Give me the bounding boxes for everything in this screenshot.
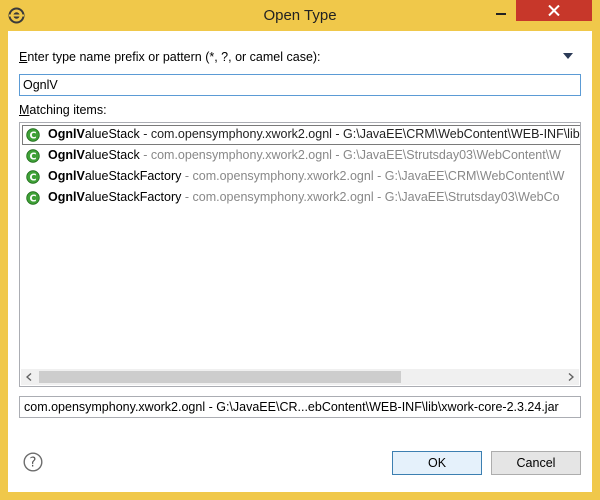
type-name-input[interactable] — [19, 74, 581, 96]
svg-text:C: C — [30, 151, 37, 162]
class-icon: C — [26, 149, 40, 163]
class-icon: C — [26, 128, 40, 142]
scrollbar-thumb[interactable] — [39, 371, 401, 383]
class-icon: C — [26, 191, 40, 205]
help-icon[interactable]: ? — [23, 452, 43, 472]
ok-button[interactable]: OK — [392, 451, 482, 475]
minimize-button[interactable] — [488, 0, 514, 21]
svg-text:?: ? — [30, 456, 37, 471]
pattern-label: Enter type name prefix or pattern (*, ?,… — [19, 50, 321, 64]
list-item-label: OgnlValueStack - com.opensymphony.xwork2… — [48, 127, 580, 141]
scroll-right-icon[interactable] — [568, 373, 574, 381]
list-item[interactable]: C OgnlValueStackFactory - com.opensympho… — [20, 166, 580, 186]
close-icon — [548, 5, 560, 16]
list-item-label: OgnlValueStack - com.opensymphony.xwork2… — [48, 148, 561, 162]
matching-label-text: atching items: — [29, 103, 107, 117]
open-type-dialog: Open Type Enter type name prefix or patt… — [0, 0, 600, 500]
list-item[interactable]: C OgnlValueStack - com.opensymphony.xwor… — [20, 124, 580, 145]
pattern-label-text: nter type name prefix or pattern (*, ?, … — [27, 50, 321, 64]
horizontal-scrollbar[interactable] — [21, 369, 579, 385]
scroll-left-icon[interactable] — [26, 373, 32, 381]
list-item-label: OgnlValueStackFactory - com.opensymphony… — [48, 190, 560, 204]
selected-item-details: com.opensymphony.xwork2.ognl - G:\JavaEE… — [19, 396, 581, 418]
close-button[interactable] — [516, 0, 592, 21]
svg-text:C: C — [30, 172, 37, 183]
class-icon: C — [26, 170, 40, 184]
matching-items-label: Matching items: — [19, 103, 107, 117]
svg-text:C: C — [30, 193, 37, 204]
svg-text:C: C — [30, 130, 37, 141]
dialog-client-area: Enter type name prefix or pattern (*, ?,… — [8, 31, 592, 492]
title-bar[interactable]: Open Type — [0, 0, 600, 31]
list-item[interactable]: C OgnlValueStackFactory - com.opensympho… — [20, 187, 580, 207]
matching-label-mnemonic: M — [19, 103, 30, 117]
view-menu-icon[interactable] — [563, 53, 573, 59]
list-item[interactable]: C OgnlValueStack - com.opensymphony.xwor… — [20, 145, 580, 165]
matching-items-list[interactable]: C OgnlValueStack - com.opensymphony.xwor… — [19, 122, 581, 387]
list-item-label: OgnlValueStackFactory - com.opensymphony… — [48, 169, 565, 183]
cancel-button[interactable]: Cancel — [491, 451, 581, 475]
